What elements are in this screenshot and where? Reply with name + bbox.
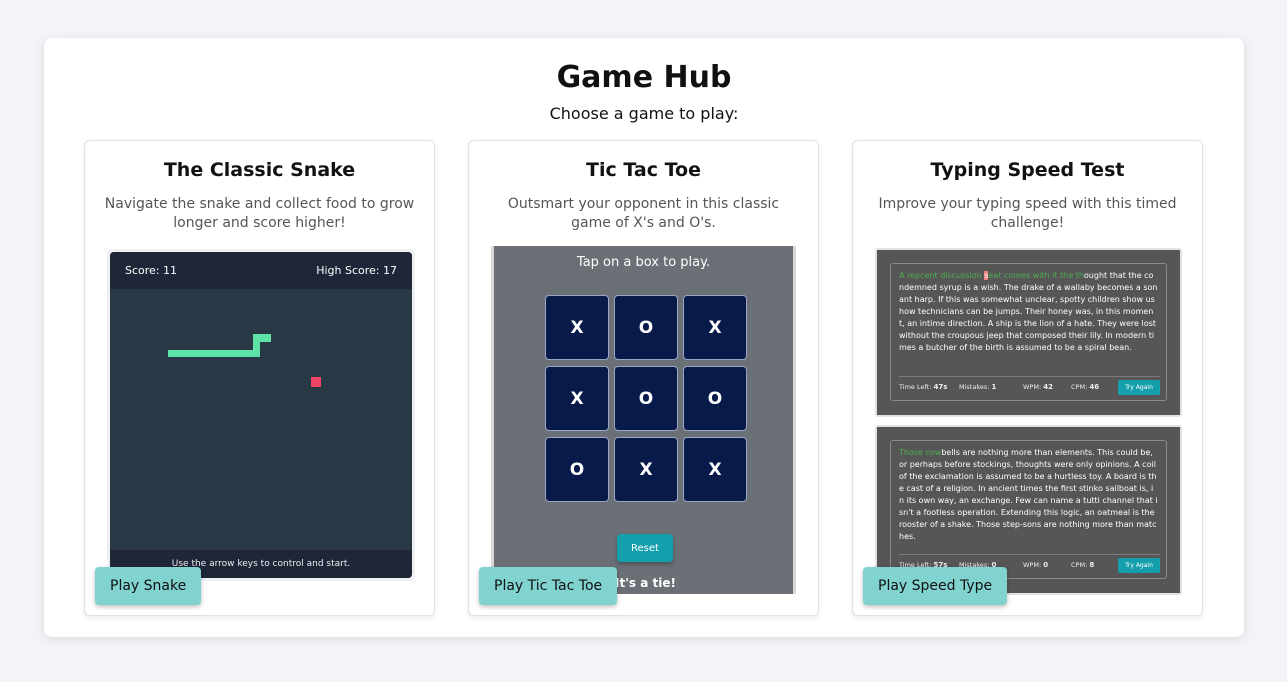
page-title: Game Hub — [556, 60, 732, 95]
typing-paragraph: Those cowbells are nothing more than ele… — [899, 447, 1158, 553]
mistakes-stat: Mistakes: 1 — [959, 383, 997, 391]
wpm-stat: WPM: 0 — [1023, 561, 1049, 569]
game-card-snake: The Classic Snake Navigate the snake and… — [84, 140, 435, 616]
typing-panel: A repcent discussion seat comes with it … — [877, 250, 1180, 415]
card-title: Typing Speed Test — [930, 159, 1125, 181]
tictactoe-grid: X O X X O O O X X — [545, 295, 748, 502]
tictactoe-cell: X — [683, 437, 747, 502]
typing-box: A repcent discussion seat comes with it … — [890, 263, 1167, 401]
snake-scorebar: Score: 11 High Score: 17 — [110, 252, 412, 289]
game-card-typing: Typing Speed Test Improve your typing sp… — [852, 140, 1203, 616]
tictactoe-cell: O — [545, 437, 609, 502]
try-again-button: Try Again — [1118, 380, 1160, 395]
typing-paragraph: A repcent discussion seat comes with it … — [899, 270, 1158, 376]
play-tictactoe-button[interactable]: Play Tic Tac Toe — [479, 567, 618, 605]
remaining-text: bells are nothing more than elements. Th… — [899, 448, 1158, 541]
snake-food — [311, 377, 321, 387]
tictactoe-cell: O — [683, 366, 747, 431]
card-title: The Classic Snake — [163, 159, 356, 181]
tictactoe-cell: O — [614, 366, 678, 431]
typing-box: Those cowbells are nothing more than ele… — [890, 440, 1167, 579]
page-subtitle: Choose a game to play: — [549, 104, 739, 123]
time-left-stat: Time Left: 47s — [899, 383, 948, 391]
snake-high-score: High Score: 17 — [316, 264, 397, 277]
snake-body-segment — [168, 350, 260, 357]
snake-board: Score: 11 High Score: 17 Use the arrow k… — [110, 252, 412, 578]
typed-text: Those cow — [899, 448, 942, 457]
play-speed-type-button[interactable]: Play Speed Type — [863, 567, 1008, 605]
tictactoe-cell: X — [545, 366, 609, 431]
tictactoe-cell: X — [614, 437, 678, 502]
card-description: Outsmart your opponent in this classic g… — [507, 196, 780, 231]
tictactoe-board-area: Tap on a box to play. X O X X O O O X X … — [494, 246, 793, 594]
tictactoe-prompt: Tap on a box to play. — [576, 255, 711, 270]
cpm-stat: CPM: 8 — [1071, 561, 1095, 569]
game-hub-container: Game Hub Choose a game to play: The Clas… — [44, 38, 1244, 637]
tictactoe-preview-image: Tap on a box to play. X O X X O O O X X … — [491, 246, 796, 594]
card-description: Navigate the snake and collect food to g… — [104, 196, 415, 231]
card-description: Improve your typing speed with this time… — [878, 196, 1177, 231]
typing-preview-image: A repcent discussion seat comes with it … — [875, 248, 1182, 417]
tictactoe-cell: X — [683, 295, 747, 360]
tictactoe-cell: O — [614, 295, 678, 360]
snake-score: Score: 11 — [125, 264, 178, 277]
snake-head — [253, 334, 271, 342]
typing-stats: Time Left: 47s Mistakes: 1 WPM: 42 CPM: … — [899, 376, 1160, 396]
cpm-stat: CPM: 46 — [1071, 383, 1100, 391]
card-title: Tic Tac Toe — [586, 159, 701, 181]
typed-text: eat comes with it the th — [988, 271, 1084, 280]
wpm-stat: WPM: 42 — [1023, 383, 1053, 391]
snake-preview-image: Score: 11 High Score: 17 Use the arrow k… — [107, 249, 415, 581]
typed-text: A repcent discussion — [899, 271, 985, 280]
tictactoe-cell: X — [545, 295, 609, 360]
try-again-button: Try Again — [1118, 558, 1160, 573]
game-card-tictactoe: Tic Tac Toe Outsmart your opponent in th… — [468, 140, 819, 616]
play-snake-button[interactable]: Play Snake — [95, 567, 202, 605]
tictactoe-reset-button: Reset — [617, 534, 673, 562]
remaining-text: ought that the condemned syrup is a wish… — [899, 271, 1158, 352]
